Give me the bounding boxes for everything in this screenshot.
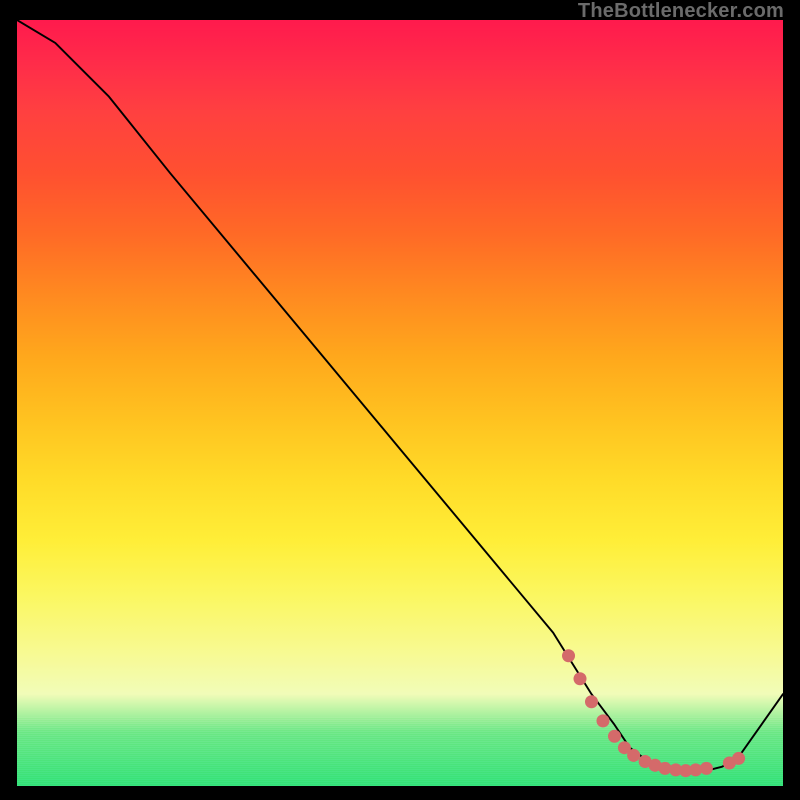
- chart-stage: TheBottlenecker.com: [0, 0, 800, 800]
- highlight-dot: [608, 730, 621, 743]
- highlight-dot: [562, 649, 575, 662]
- plot-area: [17, 20, 783, 786]
- bottleneck-curve: [17, 20, 783, 771]
- highlight-marker-group: [562, 649, 745, 777]
- highlight-dot: [627, 749, 640, 762]
- highlight-dot: [732, 752, 745, 765]
- highlight-dot: [585, 695, 598, 708]
- highlight-dot: [573, 672, 586, 685]
- highlight-dot: [596, 714, 609, 727]
- curve-layer: [17, 20, 783, 786]
- highlight-dot: [700, 762, 713, 775]
